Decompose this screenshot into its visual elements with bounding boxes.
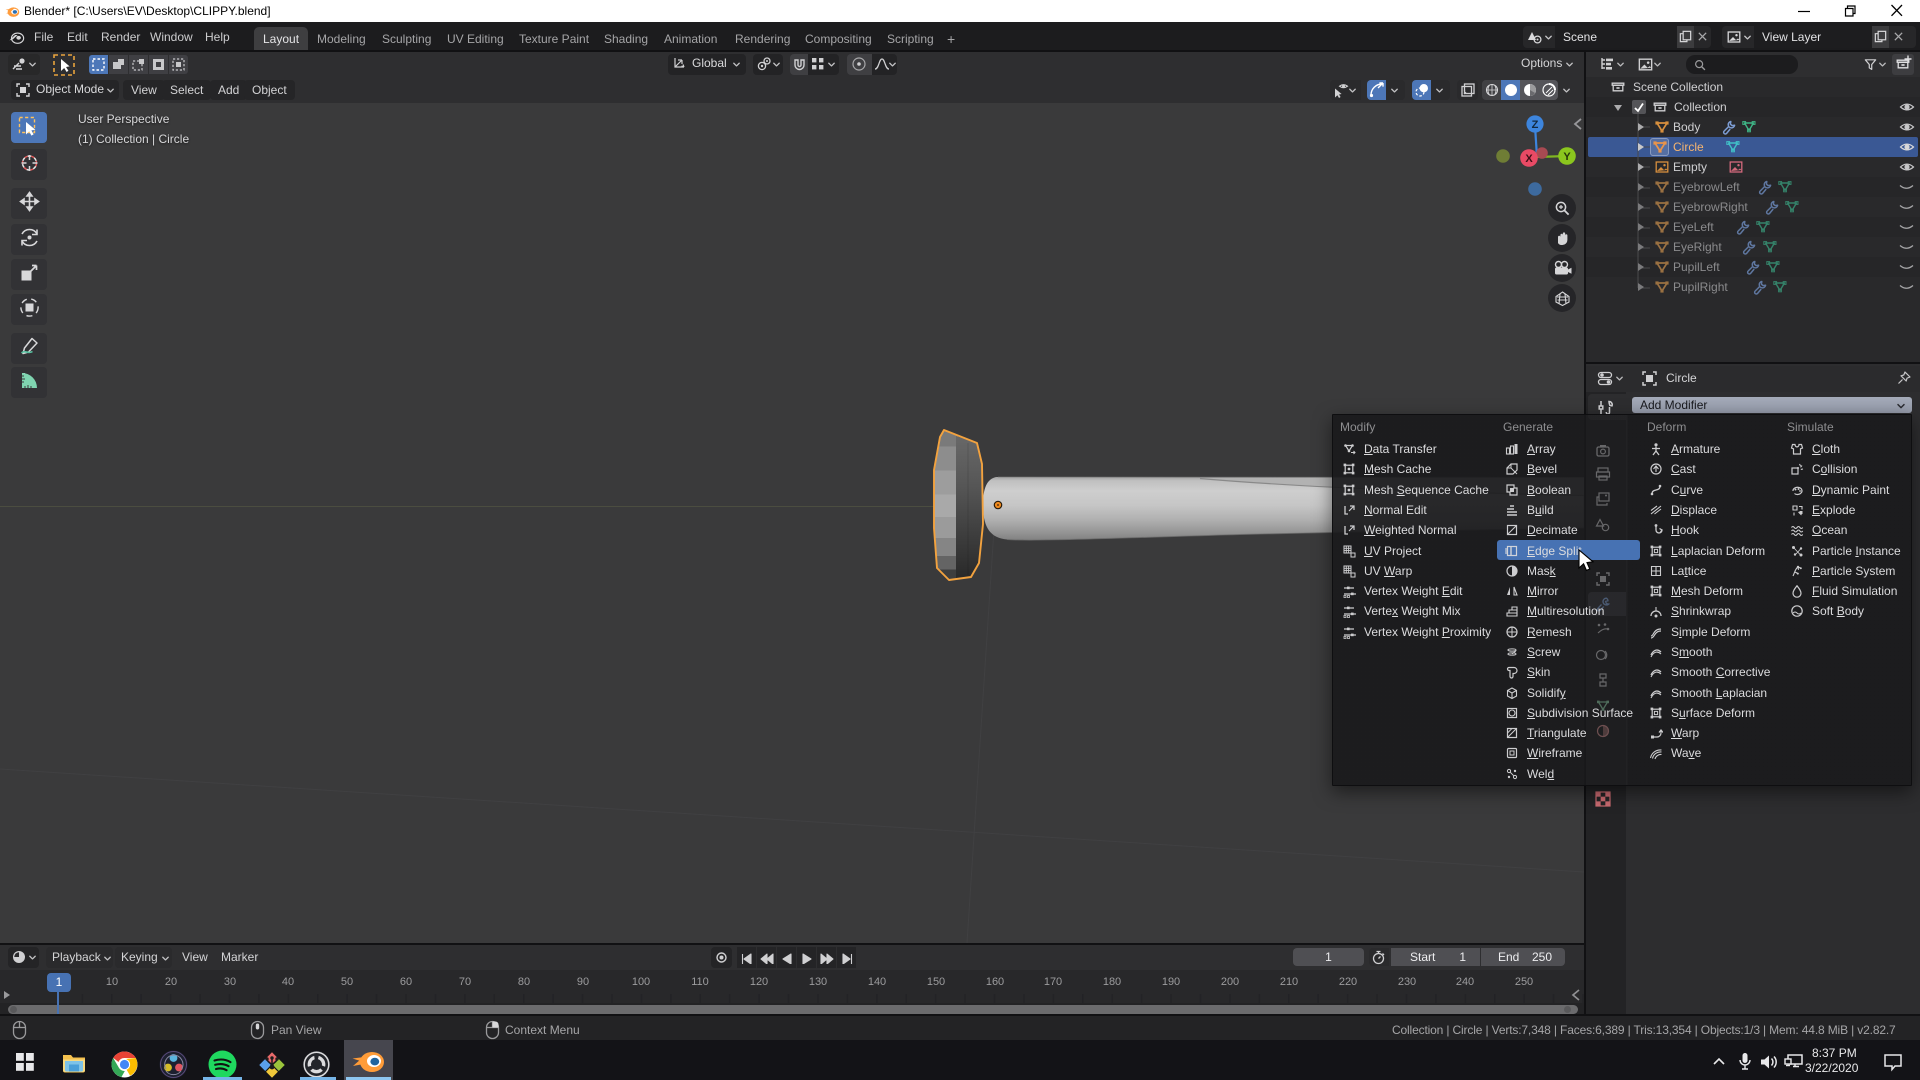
svg-text:Z: Z bbox=[1532, 119, 1539, 131]
svg-text:X: X bbox=[1525, 153, 1533, 165]
svg-text:Y: Y bbox=[1563, 151, 1571, 163]
